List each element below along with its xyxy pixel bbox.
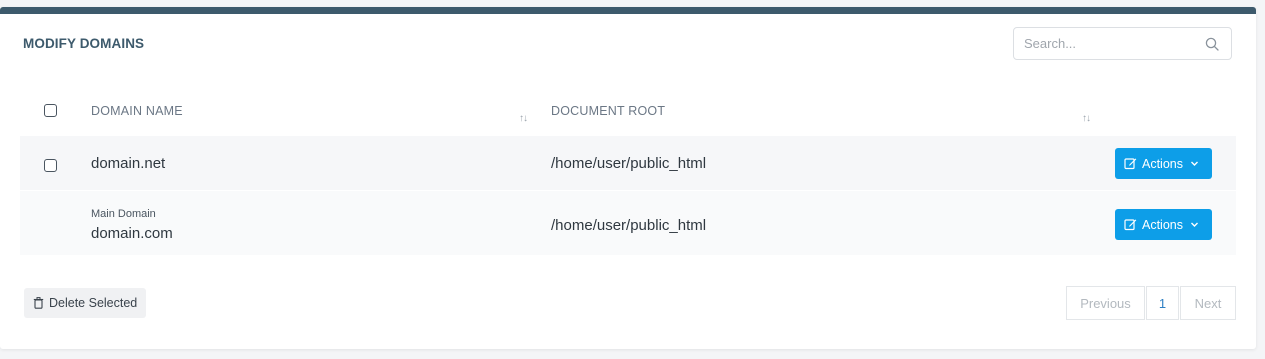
delete-selected-button[interactable]: Delete Selected <box>24 288 146 318</box>
pagination-page-1[interactable]: 1 <box>1146 286 1179 320</box>
column-header-document-root[interactable]: DOCUMENT ROOT <box>551 104 665 118</box>
pagination-next[interactable]: Next <box>1180 286 1236 320</box>
actions-label: Actions <box>1142 156 1183 171</box>
chevron-down-icon <box>1191 222 1198 227</box>
pagination-previous[interactable]: Previous <box>1066 286 1145 320</box>
search-icon <box>1205 37 1219 51</box>
search-input[interactable] <box>1024 28 1194 59</box>
edit-icon <box>1124 158 1137 170</box>
chevron-down-icon <box>1191 161 1198 166</box>
sort-domain-name-icon[interactable]: ↑↓ <box>519 113 528 124</box>
delete-selected-label: Delete Selected <box>49 296 138 310</box>
table-row: Main Domain domain.com /home/user/public… <box>20 191 1236 255</box>
search-box[interactable] <box>1013 27 1232 60</box>
document-root-cell: /home/user/public_html <box>551 155 707 172</box>
actions-button[interactable]: Actions <box>1115 209 1212 240</box>
main-domain-label: Main Domain <box>91 208 156 220</box>
column-header-domain-name[interactable]: DOMAIN NAME <box>91 104 183 118</box>
select-all-checkbox[interactable] <box>44 104 57 117</box>
domain-name-cell: domain.net <box>91 155 166 172</box>
actions-button[interactable]: Actions <box>1115 148 1212 179</box>
document-root-cell: /home/user/public_html <box>551 217 707 234</box>
trash-icon <box>33 297 44 309</box>
table-row: domain.net /home/user/public_html Action… <box>20 136 1236 190</box>
domain-name-cell: domain.com <box>91 225 173 242</box>
actions-label: Actions <box>1142 217 1183 232</box>
panel-title: MODIFY DOMAINS <box>23 36 145 51</box>
edit-icon <box>1124 219 1137 231</box>
row-checkbox[interactable] <box>44 159 57 172</box>
sort-document-root-icon[interactable]: ↑↓ <box>1082 113 1091 124</box>
